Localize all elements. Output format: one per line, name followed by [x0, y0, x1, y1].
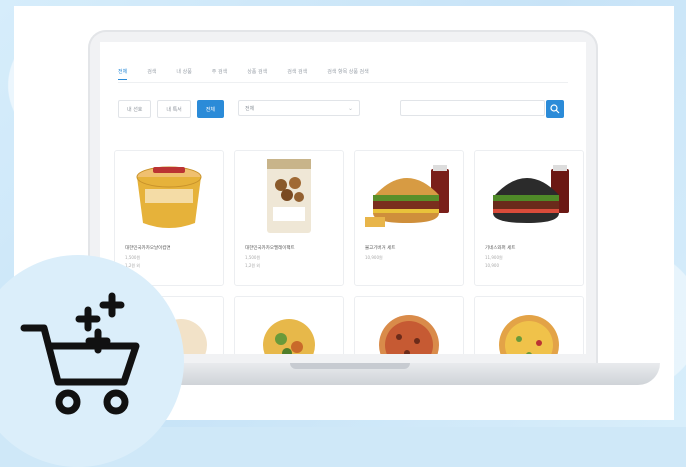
product-title: 대한민국카카오멜레이팩트 — [245, 246, 295, 251]
product-title: 불고기버거 세트 — [365, 246, 396, 251]
product-card[interactable]: 대한민국카카오멜레이팩트 1,500원 1,2원 외 — [234, 150, 344, 286]
search-icon — [550, 104, 560, 114]
tab-item-search[interactable]: 검색 항목 상품 검색 — [327, 68, 369, 80]
chevron-down-icon: ⌄ — [347, 105, 353, 112]
tab-bar: 전체 검색 내 상품 주 검색 상품 검색 검색 검색 검색 항목 상품 검색 — [118, 68, 369, 80]
product-price: 11,900원 — [485, 255, 503, 260]
product-card[interactable]: 대한민국카카오날이컵면 1,500원 1,2원 외 — [114, 150, 224, 286]
category-select[interactable]: 전체 ⌄ — [238, 100, 360, 116]
product-image-burger-set — [365, 165, 449, 227]
product-meta: 10,900 — [485, 263, 499, 268]
product-image-pizza-cheese — [499, 315, 559, 354]
product-image-snack-pack — [267, 159, 311, 233]
product-image-pizza — [379, 315, 439, 354]
tab-divider — [118, 82, 568, 83]
product-image-salad — [263, 319, 315, 354]
tab-search-search[interactable]: 검색 검색 — [287, 68, 307, 80]
search-input[interactable] — [400, 100, 545, 116]
product-grid: 대한민국카카오날이컵면 1,500원 1,2원 외 대한민국카카오멜레이팩트 1… — [114, 150, 584, 354]
filter-button-all[interactable]: 전체 — [196, 100, 224, 118]
search-button[interactable] — [546, 100, 564, 118]
filter-button-favorites[interactable]: 내 선호 — [118, 100, 152, 118]
filter-group: 내 선호 내 특서 전체 — [118, 100, 224, 118]
tab-search[interactable]: 검색 — [147, 68, 156, 80]
product-card[interactable]: 불고기버거 세트 10,900원 — [354, 150, 464, 286]
laptop-base-lip — [290, 363, 410, 369]
filter-button-special[interactable]: 내 특서 — [157, 100, 191, 118]
category-select-value: 전체 — [245, 105, 255, 112]
tab-my-products[interactable]: 내 상품 — [176, 68, 191, 80]
product-card[interactable] — [354, 296, 464, 354]
product-price: 1,500원 — [245, 255, 261, 260]
tab-all[interactable]: 전체 — [118, 68, 128, 80]
tab-main-search[interactable]: 주 검색 — [212, 68, 227, 80]
product-price: 10,900원 — [365, 255, 383, 260]
product-meta: 1,2원 외 — [245, 263, 260, 268]
product-price: 1,500원 — [125, 255, 141, 260]
product-card[interactable]: 기네스와퍼 세트 11,900원 10,900 — [474, 150, 584, 286]
product-image-black-burger-set — [493, 165, 569, 223]
product-card[interactable] — [234, 296, 344, 354]
product-image-cup-noodle — [136, 166, 202, 228]
product-title: 대한민국카카오날이컵면 — [125, 246, 171, 251]
tab-product-search[interactable]: 상품 검색 — [247, 68, 267, 80]
cart-add-icon — [20, 292, 140, 415]
product-card[interactable] — [474, 296, 584, 354]
laptop-screen: 전체 검색 내 상품 주 검색 상품 검색 검색 검색 검색 항목 상품 검색 … — [100, 42, 586, 354]
product-title: 기네스와퍼 세트 — [485, 246, 516, 251]
